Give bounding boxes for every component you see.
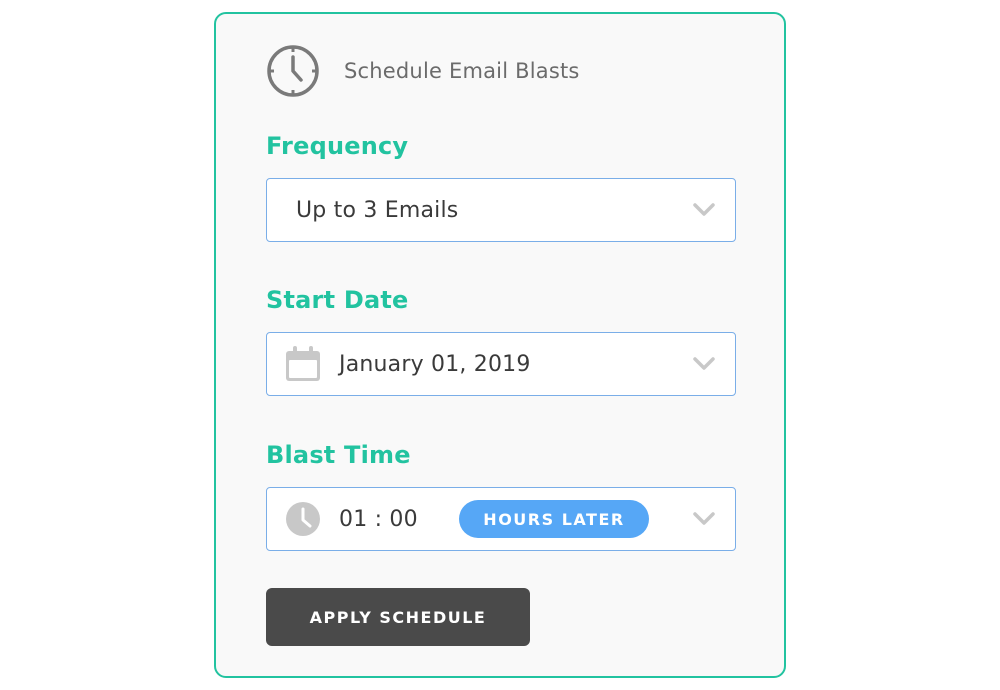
calendar-icon <box>286 346 320 381</box>
blast-time-value: 01 : 00 <box>339 506 418 532</box>
start-date-value: January 01, 2019 <box>339 351 531 377</box>
chevron-down-icon <box>693 512 715 525</box>
blast-time-label: Blast Time <box>266 441 411 469</box>
chevron-down-icon <box>693 203 715 216</box>
chevron-down-icon <box>693 357 715 370</box>
blast-time-select[interactable]: 01 : 00 HOURS LATER <box>266 487 736 551</box>
apply-schedule-button[interactable]: APPLY SCHEDULE <box>266 588 530 646</box>
frequency-value: Up to 3 Emails <box>296 197 459 223</box>
card-header: Schedule Email Blasts <box>266 44 580 98</box>
clock-icon <box>267 45 319 97</box>
card-title: Schedule Email Blasts <box>344 59 580 83</box>
start-date-label: Start Date <box>266 286 409 314</box>
schedule-card: Schedule Email Blasts Frequency Up to 3 … <box>214 12 786 678</box>
hours-later-badge: HOURS LATER <box>459 500 649 538</box>
frequency-label: Frequency <box>266 132 409 160</box>
frequency-select[interactable]: Up to 3 Emails <box>266 178 736 242</box>
start-date-select[interactable]: January 01, 2019 <box>266 332 736 396</box>
clock-icon <box>286 502 320 536</box>
